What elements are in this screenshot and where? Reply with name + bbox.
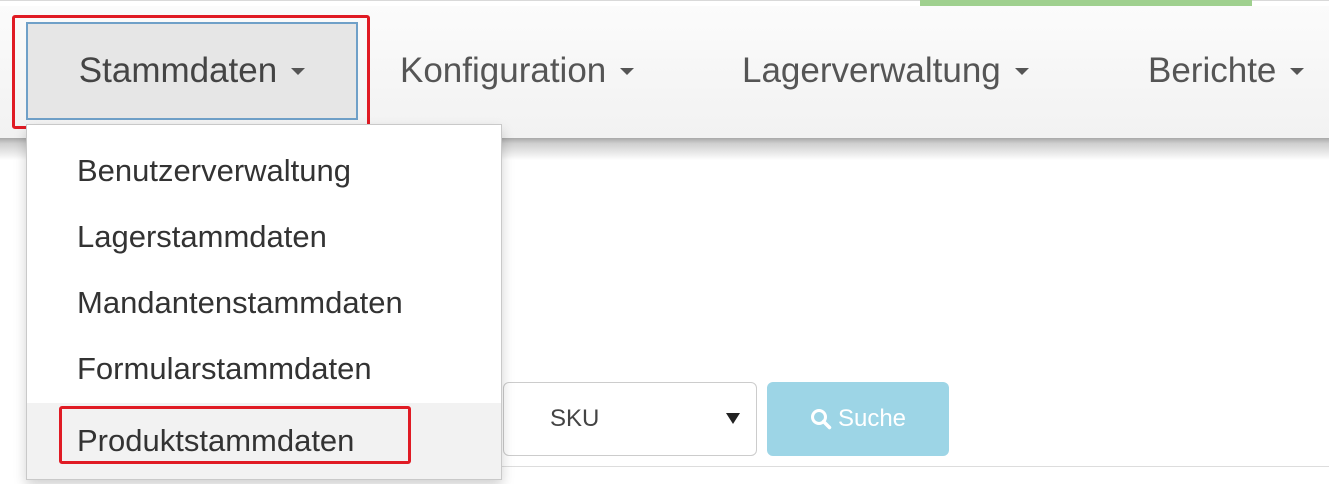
nav-berichte-label: Berichte [1148, 51, 1277, 90]
search-button-label: Suche [837, 405, 907, 432]
select-caret-icon [726, 413, 740, 424]
menu-item-mandantenstammdaten[interactable]: Mandantenstammdaten [27, 271, 501, 335]
content-divider [500, 466, 1329, 467]
search-icon [810, 409, 832, 430]
nav-lagerverwaltung-label: Lagerverwaltung [742, 51, 1001, 90]
nav-lagerverwaltung[interactable]: Lagerverwaltung [742, 22, 1029, 120]
menu-item-lagerstammdaten[interactable]: Lagerstammdaten [27, 205, 501, 269]
menu-item-formularstammdaten[interactable]: Formularstammdaten [27, 337, 501, 401]
nav-berichte[interactable]: Berichte [1148, 22, 1305, 120]
search-field-select[interactable]: SKU [503, 382, 757, 456]
search-button[interactable]: Suche [767, 382, 949, 456]
menu-item-label: Formularstammdaten [77, 351, 372, 386]
menu-item-label: Lagerstammdaten [77, 219, 327, 254]
caret-down-icon [620, 67, 635, 75]
menu-item-label: Benutzerverwaltung [77, 153, 351, 188]
highlight-box-nav [12, 15, 370, 129]
nav-konfiguration-label: Konfiguration [400, 51, 607, 90]
search-field-select-value: SKU [550, 405, 600, 432]
highlight-box-produktstammdaten [59, 406, 411, 464]
menu-item-benutzerverwaltung[interactable]: Benutzerverwaltung [27, 139, 501, 203]
caret-down-icon [1290, 67, 1305, 75]
menu-item-label: Mandantenstammdaten [77, 285, 403, 320]
caret-down-icon [1014, 67, 1029, 75]
nav-konfiguration[interactable]: Konfiguration [400, 22, 635, 120]
